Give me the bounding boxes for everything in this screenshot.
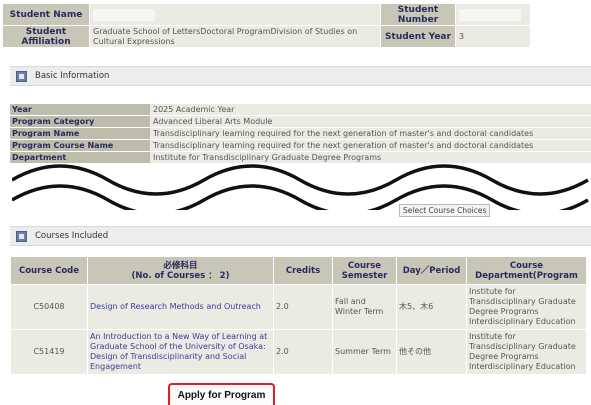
table-row: C50408 Design of Research Methods and Ou… [11,285,586,329]
student-affiliation-label: Student Affiliation [3,26,89,47]
course-name-cell: An Introduction to a New Way of Learning… [88,330,273,374]
info-value: Transdisciplinary learning required for … [150,128,591,139]
content-break-wave [12,164,589,210]
info-key: Program Course Name [10,140,150,151]
course-semester: Summer Term [333,330,396,374]
info-value: Advanced Liberal Arts Module [150,116,591,127]
col-credits: Credits [274,257,332,284]
basic-info-title: Basic Information [35,71,110,81]
collapse-icon[interactable] [16,230,27,242]
courses-section-header[interactable]: Courses Included [10,226,591,246]
table-row: C51419 An Introduction to a New Way of L… [11,330,586,374]
course-department-cell: Institute for Transdisciplinary Graduate… [467,285,586,329]
course-department: Institute for Transdisciplinary Graduate… [469,332,576,371]
col-course-code: Course Code [11,257,87,284]
basic-info-section-header[interactable]: Basic Information [10,66,591,86]
info-row-program-category: Program Category Advanced Liberal Arts M… [10,116,591,127]
info-row-year: Year 2025 Academic Year [10,104,591,115]
course-code: C50408 [11,285,87,329]
col-semester: Course Semester [333,257,396,284]
course-name-link[interactable]: An Introduction to a New Way of Learning… [90,332,267,371]
collapse-icon[interactable] [16,70,27,82]
student-number-value [456,4,530,25]
course-credits: 2.0 [274,285,332,329]
student-info-table: Student Name Student Number Student Affi… [2,3,531,48]
info-value: Transdisciplinary learning required for … [150,140,591,151]
courses-title: Courses Included [35,231,109,241]
student-name-blank [93,8,155,21]
col-course-count: (No. of Courses ： 2) [131,270,230,281]
col-department: Course Department(Program [467,257,586,284]
info-key: Year [10,104,150,115]
info-value: 2025 Academic Year [150,104,591,115]
select-course-choices-button[interactable]: Select Course Choices [399,204,491,217]
student-name-value [90,4,380,25]
info-key: Program Category [10,116,150,127]
course-credits: 2.0 [274,330,332,374]
student-year-label: Student Year [381,26,455,47]
info-row-program-course-name: Program Course Name Transdisciplinary le… [10,140,591,151]
program-info-table: Year 2025 Academic Year Program Category… [10,103,591,164]
student-name-label: Student Name [3,4,89,25]
apply-for-program-button[interactable]: Apply for Program [168,383,275,405]
courses-table: Course Code 必修科目 (No. of Courses ： 2) Cr… [10,256,587,375]
student-year-value: 3 [456,26,530,47]
course-department: Institute for Transdisciplinary Graduate… [469,287,576,326]
course-semester: Fall and Winter Term [333,285,396,329]
student-number-blank [459,8,521,21]
student-affiliation-value: Graduate School of LettersDoctoral Progr… [90,26,380,47]
info-key: Program Name [10,128,150,139]
course-name-cell: Design of Research Methods and Outreach [88,285,273,329]
info-row-program-name: Program Name Transdisciplinary learning … [10,128,591,139]
student-number-label: Student Number [381,4,455,25]
course-period: 木5、木6 [397,285,466,329]
col-course-name: 必修科目 (No. of Courses ： 2) [88,257,273,284]
course-code: C51419 [11,330,87,374]
col-day-period: Day／Period [397,257,466,284]
course-department-cell: Institute for Transdisciplinary Graduate… [467,330,586,374]
course-name-link[interactable]: Design of Research Methods and Outreach [90,302,261,311]
courses-header-row: Course Code 必修科目 (No. of Courses ： 2) Cr… [11,257,586,284]
course-period: 他その他 [397,330,466,374]
col-course-name-jp: 必修科目 [163,260,198,271]
